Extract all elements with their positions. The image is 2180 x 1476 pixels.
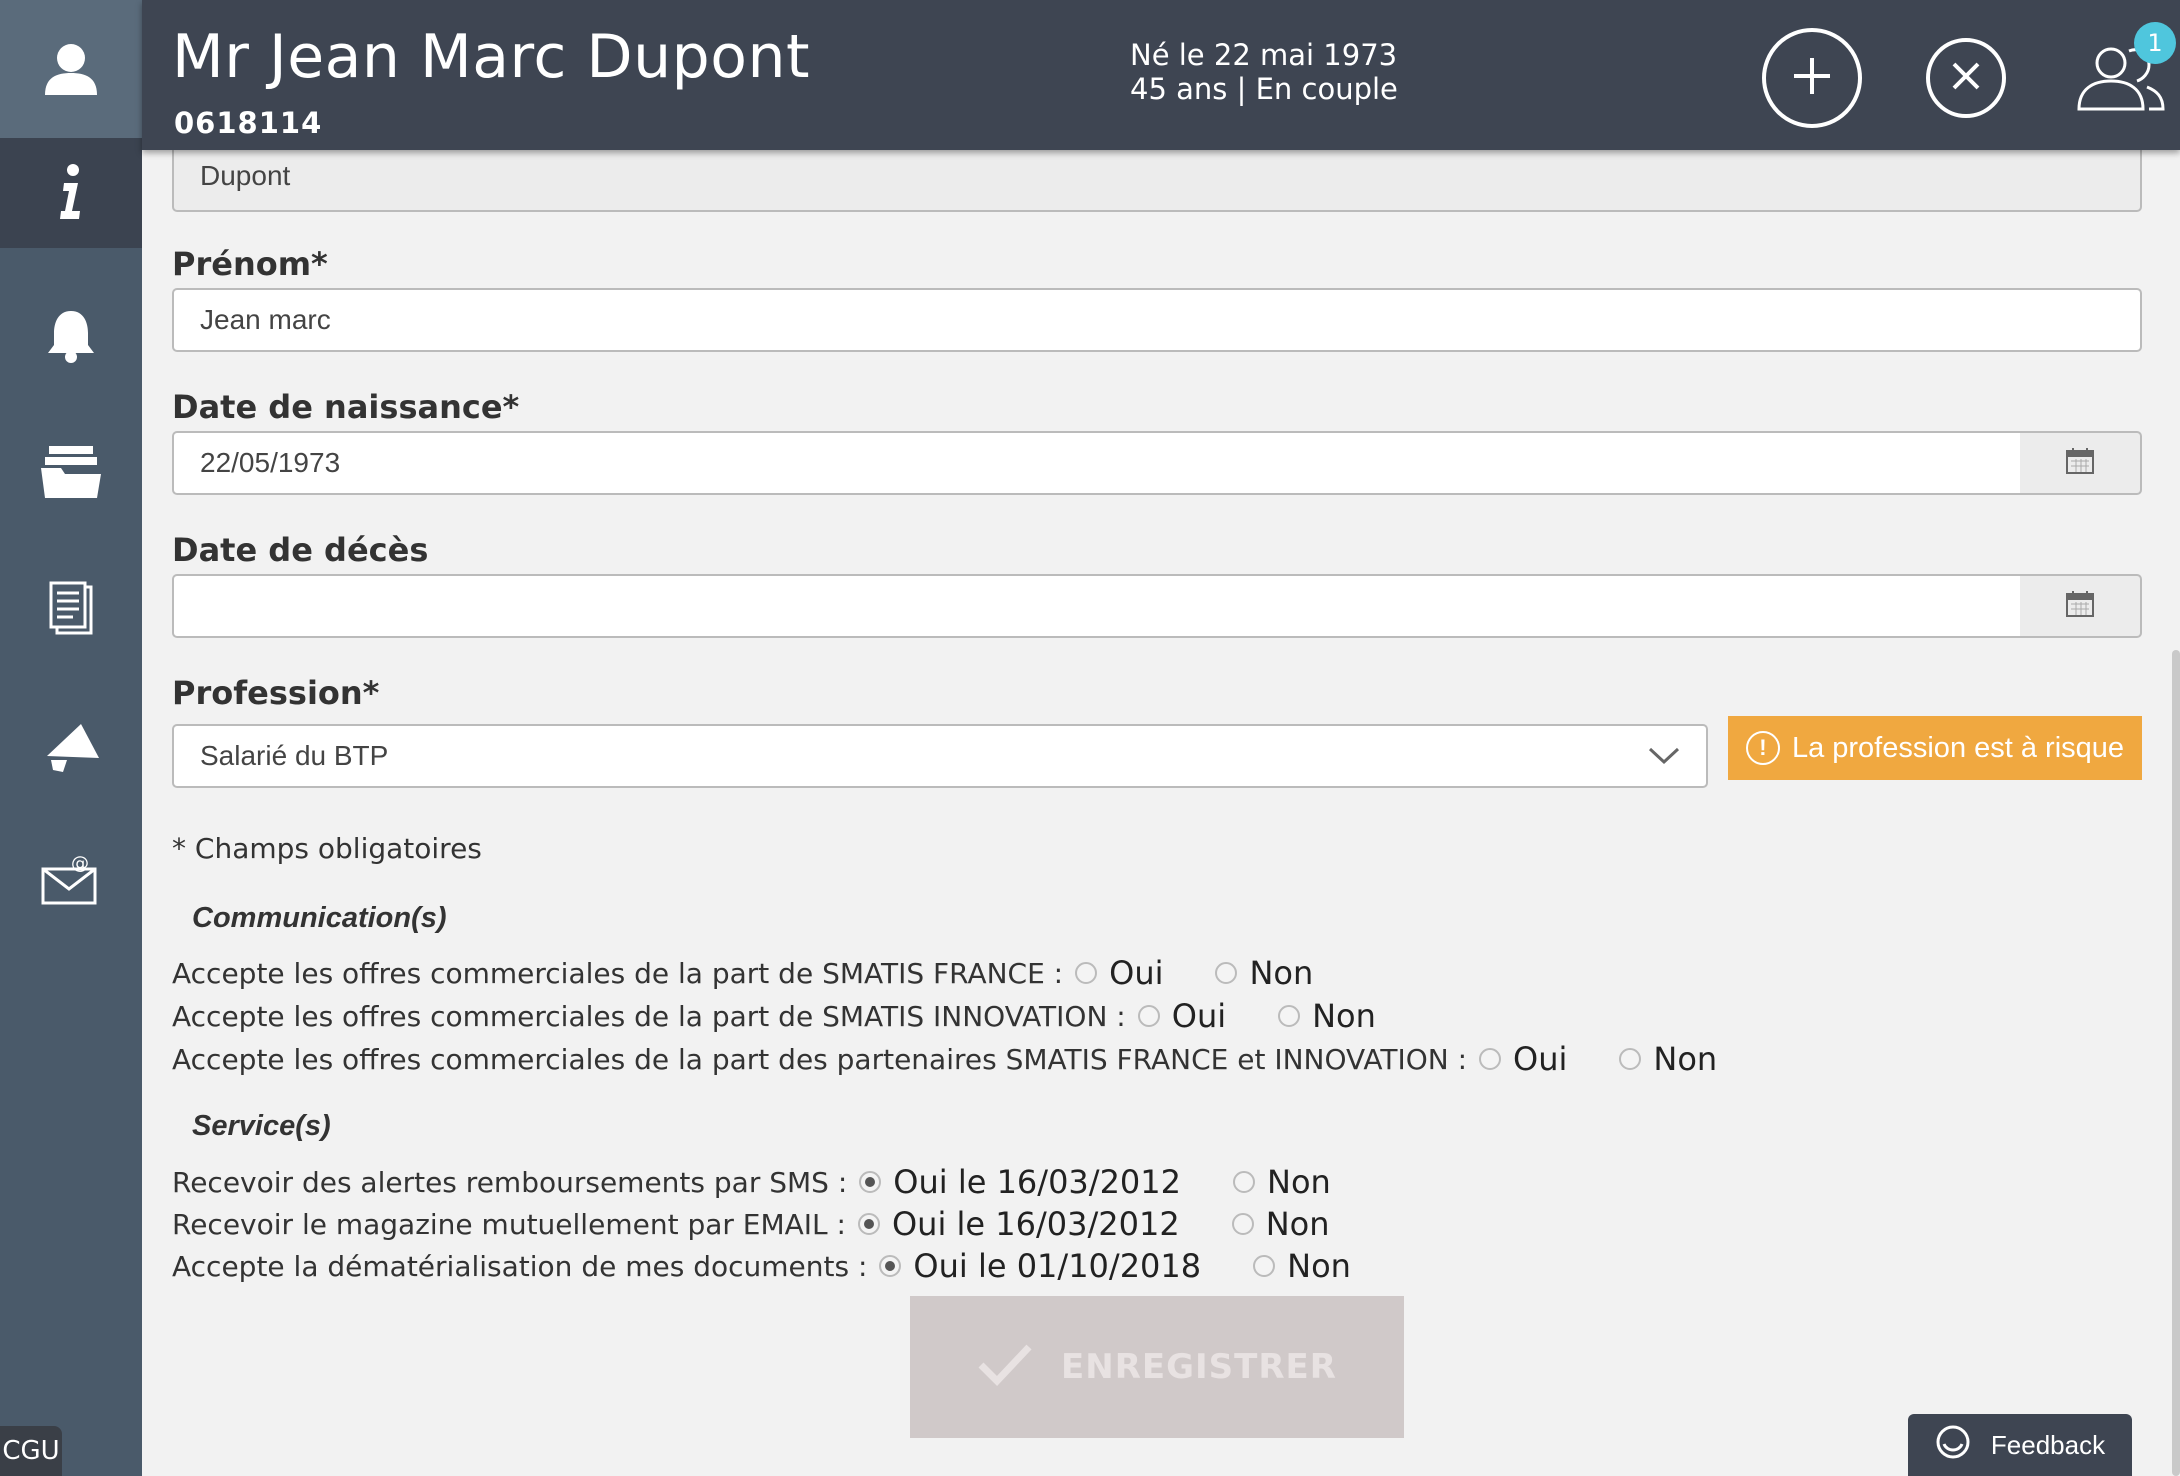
cgu-link[interactable]: CGU (0, 1426, 62, 1476)
radio-non[interactable] (1215, 962, 1238, 984)
option-oui: Oui le 16/03/2012 (891, 1205, 1180, 1243)
prenom-label: Prénom* (172, 245, 328, 283)
feedback-button[interactable]: Feedback (1908, 1414, 2132, 1476)
date-deces-calendar-button[interactable] (2020, 574, 2142, 638)
sidebar-item-folders[interactable] (0, 422, 142, 522)
document-icon (49, 581, 93, 635)
option-non: Non (1265, 1205, 1330, 1243)
feedback-label: Feedback (1990, 1429, 2106, 1460)
option-non: Non (1287, 1247, 1351, 1285)
birth-date-text: Né le 22 mai 1973 (1130, 38, 1398, 72)
checkmark-icon (977, 1343, 1033, 1391)
save-button-label: ENREGISTRER (1061, 1347, 1337, 1387)
chevron-down-icon (1648, 740, 1680, 772)
radio-non[interactable] (1278, 1005, 1301, 1027)
communication-label: Accepte les offres commerciales de la pa… (172, 956, 1064, 990)
radio-oui[interactable] (879, 1255, 902, 1277)
close-icon (1948, 58, 1984, 98)
radio-oui[interactable] (1137, 1005, 1160, 1027)
option-oui: Oui le 01/10/2018 (913, 1247, 1202, 1285)
calendar-icon (2065, 447, 2095, 479)
save-button[interactable]: ENREGISTRER (910, 1296, 1404, 1438)
sidebar-item-documents[interactable] (0, 558, 142, 658)
profession-risk-text: La profession est à risque (1791, 731, 2125, 764)
sidebar-item-alerts[interactable] (0, 285, 142, 385)
patient-header: Mr Jean Marc Dupont 0618114 Né le 22 mai… (142, 0, 2180, 150)
bell-icon (46, 307, 96, 363)
megaphone-icon (41, 720, 101, 776)
option-oui: Oui (1513, 1040, 1568, 1078)
radio-non[interactable] (1253, 1255, 1276, 1277)
communication-label: Accepte les offres commerciales de la pa… (172, 999, 1126, 1033)
profession-value: Salarié du BTP (200, 740, 389, 771)
communication-label: Accepte les offres commerciales de la pa… (172, 1042, 1468, 1076)
sidebar-item-email[interactable]: @ (0, 830, 142, 930)
plus-icon (1790, 54, 1834, 102)
service-label: Recevoir des alertes remboursements par … (172, 1165, 848, 1199)
radio-oui[interactable] (859, 1171, 882, 1193)
radio-oui[interactable] (1075, 962, 1098, 984)
communication-row-smatis-innovation: Accepte les offres commerciales de la pa… (172, 996, 1376, 1036)
patient-number: 0618114 (174, 106, 323, 140)
option-non: Non (1267, 1163, 1331, 1201)
status-text: 45 ans | En couple (1130, 72, 1398, 106)
patient-name: Mr Jean Marc Dupont (172, 22, 811, 92)
option-oui: Oui (1109, 954, 1164, 992)
close-button[interactable] (1926, 38, 2006, 118)
prenom-input[interactable]: Jean marc (172, 288, 2142, 352)
notification-badge: 1 (2134, 22, 2176, 64)
radio-oui[interactable] (1479, 1048, 1502, 1070)
info-icon (56, 163, 86, 223)
service-label: Recevoir le magazine mutuellement par EM… (172, 1207, 846, 1241)
calendar-icon (2065, 590, 2095, 622)
radio-non[interactable] (1233, 1171, 1255, 1193)
profession-select[interactable]: Salarié du BTP (172, 724, 1708, 788)
profession-risk-badge: ! La profession est à risque (1728, 716, 2142, 780)
nom-input[interactable]: Dupont (172, 140, 2142, 212)
sidebar: @ CGU (0, 0, 142, 1476)
service-row-magazine-email: Recevoir le magazine mutuellement par EM… (172, 1204, 1330, 1244)
required-fields-note: * Champs obligatoires (172, 832, 482, 865)
sidebar-item-info[interactable] (0, 138, 142, 248)
sidebar-item-campaigns[interactable] (0, 698, 142, 798)
service-label: Accepte la dématérialisation de mes docu… (172, 1249, 868, 1283)
service-row-dematerialisation: Accepte la dématérialisation de mes docu… (172, 1246, 1351, 1286)
communication-row-partenaires: Accepte les offres commerciales de la pa… (172, 1039, 1717, 1079)
warning-icon: ! (1745, 731, 1780, 765)
service-row-sms-alerts: Recevoir des alertes remboursements par … (172, 1162, 1331, 1202)
option-non: Non (1653, 1040, 1718, 1078)
sidebar-item-profile[interactable] (0, 0, 142, 138)
date-naissance-calendar-button[interactable] (2020, 431, 2142, 495)
date-naissance-label: Date de naissance* (172, 388, 520, 426)
feedback-icon (1935, 1424, 1971, 1467)
radio-non[interactable] (1619, 1048, 1642, 1070)
date-deces-input[interactable] (172, 574, 2022, 638)
option-oui: Oui (1171, 997, 1227, 1035)
radio-oui[interactable] (857, 1213, 880, 1235)
date-deces-label: Date de décès (172, 531, 429, 569)
services-title: Service(s) (192, 1110, 331, 1142)
communication-row-smatis-france: Accepte les offres commerciales de la pa… (172, 953, 1313, 993)
email-icon: @ (41, 853, 101, 907)
folders-icon (39, 444, 103, 500)
profession-label: Profession* (172, 674, 380, 712)
option-non: Non (1249, 954, 1314, 992)
scrollbar[interactable] (2172, 650, 2180, 1476)
add-button[interactable] (1762, 28, 1862, 128)
date-naissance-input[interactable]: 22/05/1973 (172, 431, 2022, 495)
communications-title: Communication(s) (192, 902, 447, 934)
svg-text:@: @ (71, 853, 89, 874)
option-non: Non (1312, 997, 1376, 1035)
patient-birth-info: Né le 22 mai 1973 45 ans | En couple (1130, 38, 1398, 106)
user-icon (43, 41, 99, 97)
option-oui: Oui le 16/03/2012 (893, 1163, 1181, 1201)
radio-non[interactable] (1231, 1213, 1254, 1235)
